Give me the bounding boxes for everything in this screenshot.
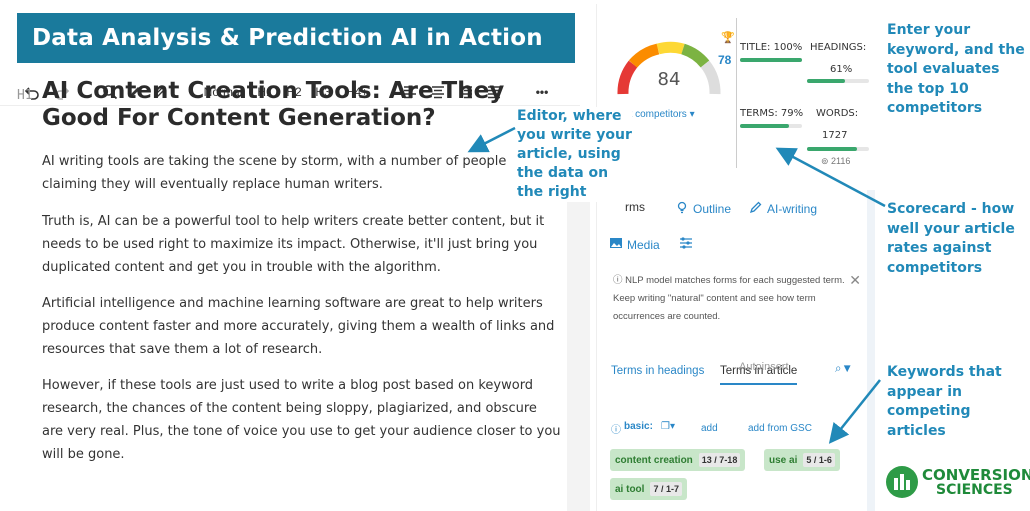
info-icon: ⓘ — [611, 425, 621, 436]
term-chip[interactable]: content creation 13 / 7-18 — [610, 449, 746, 471]
add-from-gsc-link[interactable]: add from GSC — [748, 423, 812, 434]
terms-metric-label: TERMS: 79% — [740, 108, 804, 119]
term-chip-label: content creation — [615, 454, 693, 466]
article-paragraph[interactable]: AI writing tools are taking the scene by… — [42, 150, 562, 196]
gsc-count: ⊚ 2116 — [821, 156, 851, 166]
title-metric-label: TITLE: 100% — [740, 42, 803, 53]
tab-terms-in-headings[interactable]: Terms in headings — [611, 365, 704, 377]
banner-title: Data Analysis & Prediction AI in Action — [32, 25, 543, 51]
words-progress-fill — [807, 147, 857, 151]
article-paragraph[interactable]: Truth is, AI can be a powerful tool to h… — [42, 210, 562, 279]
tab-terms-label: rms — [625, 200, 645, 214]
add-term-link[interactable]: add — [701, 423, 718, 434]
keyword-annotation: Enter your keyword, and the tool evaluat… — [887, 22, 1025, 116]
words-metric-label: WORDS: — [816, 108, 859, 119]
bulb-icon — [675, 200, 689, 217]
page-banner: Data Analysis & Prediction AI in Action — [17, 13, 575, 63]
sidebar-scrollbar[interactable] — [867, 190, 875, 511]
headings-progress-fill — [807, 79, 845, 83]
nlp-info-text: NLP model matches forms for each suggest… — [613, 275, 845, 322]
terms-progress-fill — [740, 124, 789, 128]
info-icon: ⓘ — [613, 275, 626, 286]
article-title[interactable]: AI Content Creation Tools: Are They Good… — [42, 78, 542, 132]
term-chip[interactable]: ai tool 7 / 1-7 — [610, 478, 687, 500]
competitor-score: 78 — [718, 53, 732, 67]
headings-metric-label: HEADINGS: — [810, 42, 867, 53]
close-icon[interactable]: ✕ — [849, 271, 861, 289]
content-editor-sidebar: 84 🏆 78 ect competitors ▾ TITLE: 100% HE… — [596, 4, 876, 511]
article-paragraph[interactable]: Artificial intelligence and machine lear… — [42, 292, 562, 361]
term-chip-count: 13 / 7-18 — [698, 453, 741, 467]
copy-icon[interactable]: ❐▾ — [661, 421, 675, 432]
term-chip-label: use ai — [769, 454, 798, 466]
keywords-annotation: Keywords that appear in competing articl… — [887, 364, 1002, 439]
tab-media[interactable]: Media — [609, 236, 660, 253]
headings-progress-bar — [807, 79, 869, 83]
search-filter-icon[interactable]: ⌕▼ — [835, 363, 853, 376]
nlp-info-box: ⓘ NLP model matches forms for each sugge… — [607, 267, 861, 347]
title-progress-bar — [740, 58, 802, 62]
basic-terms-row: ⓘ basic: ❐▾ add add from GSC — [607, 419, 861, 439]
title-progress-fill — [740, 58, 802, 62]
basic-label: basic: — [624, 421, 653, 432]
scorecard-divider — [736, 18, 737, 168]
h1-tag: H1 — [17, 88, 33, 103]
term-chip-label: ai tool — [615, 483, 645, 495]
term-chip-count: 5 / 1-6 — [803, 453, 835, 467]
trophy-icon: 🏆 — [721, 32, 735, 44]
content-score: 84 — [657, 69, 681, 90]
headings-metric-value: 61% — [830, 64, 853, 75]
article-paragraph[interactable]: However, if these tools are just used to… — [42, 374, 562, 466]
tab-ai-writing[interactable]: AI-writing — [749, 200, 817, 217]
settings-sliders-icon[interactable] — [679, 236, 693, 250]
terms-tabs: Terms in headings Terms in article Autoi… — [607, 361, 861, 391]
tab-terms[interactable]: rms — [625, 200, 645, 214]
logo-line-2: SCIENCES — [936, 482, 1013, 498]
autoinsert-button[interactable]: Autoinsert — [739, 361, 789, 373]
pencil-icon — [749, 200, 763, 217]
term-chip-count: 7 / 1-7 — [650, 482, 682, 496]
editor-annotation: Editor, where you write your article, us… — [517, 107, 632, 202]
image-icon — [609, 236, 623, 253]
tab-outline-label: Outline — [693, 201, 732, 216]
scorecard: 84 🏆 78 ect competitors ▾ TITLE: 100% HE… — [597, 4, 877, 174]
words-progress-bar — [807, 147, 869, 151]
tab-ai-writing-label: AI-writing — [767, 201, 818, 216]
words-metric-value: 1727 — [822, 130, 848, 141]
tab-outline[interactable]: Outline — [675, 200, 731, 217]
term-chip[interactable]: use ai 5 / 1-6 — [764, 449, 840, 471]
scorecard-annotation: Scorecard - how well your article rates … — [887, 201, 1015, 276]
gsc-count-value: 2116 — [831, 156, 851, 166]
terms-progress-bar — [740, 124, 802, 128]
panel-tabs: rms Outline AI-writing Media — [597, 200, 877, 252]
tab-media-label: Media — [627, 237, 660, 252]
